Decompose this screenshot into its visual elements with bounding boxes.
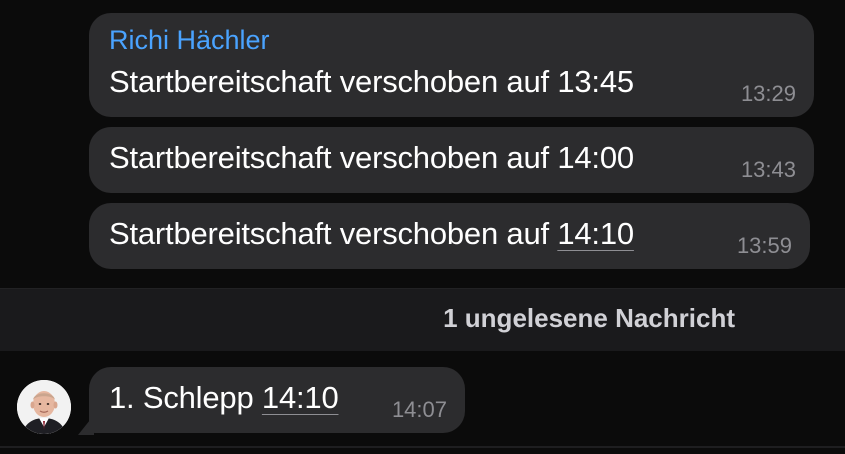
person-avatar-icon[interactable] bbox=[17, 380, 71, 434]
message-text: Startbereitschaft verschoben auf 14:00 bbox=[109, 140, 634, 175]
message-text-prefix: Startbereitschaft verschoben auf bbox=[109, 216, 558, 251]
time-link[interactable]: 14:10 bbox=[262, 380, 339, 415]
composer-separator bbox=[0, 446, 845, 448]
avatar-portrait-icon bbox=[17, 380, 71, 434]
message-text: Startbereitschaft verschoben auf 13:45 bbox=[109, 64, 634, 99]
message-time: 13:29 bbox=[740, 81, 796, 106]
time-link[interactable]: 14:10 bbox=[557, 216, 634, 251]
message-time: 14:07 bbox=[391, 397, 447, 422]
message-text: 1. Schlepp 14:10 bbox=[109, 380, 339, 416]
message-text-prefix: 1. Schlepp bbox=[109, 380, 262, 415]
unread-label: 1 ungelesene Nachricht bbox=[443, 303, 735, 333]
message-bubble[interactable]: Startbereitschaft verschoben auf 14:00 1… bbox=[89, 127, 814, 193]
sender-name[interactable]: Richi Hächler bbox=[109, 25, 270, 56]
message-time: 13:59 bbox=[736, 233, 792, 258]
message-time: 13:43 bbox=[740, 157, 796, 182]
message-bubble[interactable]: 1. Schlepp 14:10 14:07 bbox=[89, 367, 465, 433]
message-bubble[interactable]: Startbereitschaft verschoben auf 14:10 1… bbox=[89, 203, 810, 269]
message-text: Startbereitschaft verschoben auf 14:10 bbox=[109, 216, 634, 252]
message-bubble[interactable]: Richi Hächler Startbereitschaft verschob… bbox=[89, 13, 814, 117]
unread-divider: 1 ungelesene Nachricht bbox=[0, 288, 845, 351]
